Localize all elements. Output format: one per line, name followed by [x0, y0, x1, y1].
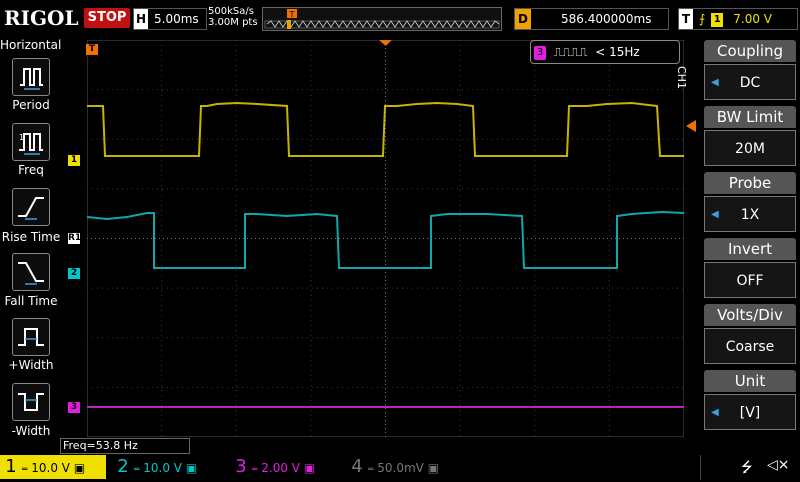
unit-button[interactable]: ◀ [V] [704, 394, 796, 430]
counter-channel: 3 [534, 45, 546, 60]
channel-4-status[interactable]: 4 ═ 50.0mV ▣ [346, 455, 456, 479]
memory-position-bar[interactable]: T [262, 7, 502, 31]
fall-time-label: Fall Time [4, 294, 58, 308]
negative-width-button[interactable] [12, 383, 50, 421]
freq-button[interactable]: 1 [12, 123, 50, 161]
invert-button[interactable]: OFF [704, 262, 796, 298]
freq-icon: 1 [19, 133, 43, 155]
rigol-logo: RIGOL [4, 6, 79, 30]
counter-value: < 15Hz [595, 45, 640, 59]
trigger-tag: T [679, 9, 693, 29]
channel-1-scale: 10.0 V [31, 461, 70, 475]
negative-width-label: -Width [11, 424, 51, 438]
svg-text:1: 1 [19, 133, 24, 142]
sample-rate: 500kSa/s [208, 6, 254, 17]
invert-title: Invert [704, 238, 796, 260]
status-icons: ⭍ ◁× [700, 455, 800, 480]
positive-width-label: +Width [8, 358, 54, 372]
coupling-button[interactable]: ◀ DC [704, 64, 796, 100]
rise-time-button[interactable] [12, 188, 50, 226]
freq-label: Freq [18, 163, 44, 177]
reference-marker[interactable]: R1 [68, 233, 81, 244]
channel-2-scale: 10.0 V [143, 461, 182, 475]
rising-edge-icon: ⨍ [699, 12, 706, 26]
channel-3-lock-icon: ▣ [303, 461, 316, 475]
channel-4-lock-icon: ▣ [427, 461, 440, 475]
channel-1-number: 1 [5, 456, 17, 477]
dc-coupling-icon: ═ [134, 465, 140, 475]
channel-4-scale: 50.0mV [377, 461, 424, 475]
unit-value: [V] [739, 405, 761, 421]
rise-time-label: Rise Time [1, 230, 61, 244]
trigger-marker-icon[interactable]: T [86, 44, 98, 55]
channel-3-marker[interactable]: 3 [68, 402, 80, 413]
delay-value: 586.400000ms [561, 12, 652, 26]
trigger-readout[interactable]: T ⨍ 1 7.00 V [678, 8, 798, 30]
period-button[interactable] [12, 58, 50, 96]
delay-readout[interactable]: D 586.400000ms [514, 8, 669, 30]
rise-time-icon [18, 197, 44, 220]
pulse-train-icon: ⎍⎍⎍⎍ [553, 45, 588, 59]
channel-1-status[interactable]: 1 ═ 10.0 V ▣ [0, 455, 106, 479]
svg-text:T: T [289, 10, 295, 19]
channel-4-number: 4 [351, 456, 363, 477]
positive-width-button[interactable] [12, 318, 50, 356]
coupling-value: DC [739, 75, 761, 91]
timebase-readout[interactable]: H 5.00ms [133, 8, 207, 30]
dc-coupling-icon: ═ [252, 465, 258, 475]
run-stop-indicator[interactable]: STOP [84, 8, 130, 28]
timebase-value: 5.00ms [154, 12, 199, 26]
coupling-title: Coupling [704, 40, 796, 62]
frequency-counter[interactable]: 3 ⎍⎍⎍⎍ < 15Hz [530, 40, 680, 64]
probe-button[interactable]: ◀ 1X [704, 196, 796, 232]
volts-div-button[interactable]: Coarse [704, 328, 796, 364]
channel-3-number: 3 [235, 456, 247, 477]
bw-limit-value: 20M [735, 141, 765, 157]
trigger-source: 1 [711, 12, 724, 27]
fall-time-button[interactable] [12, 253, 50, 291]
negative-width-icon [18, 393, 44, 411]
measure-menu-title: Horizontal [0, 38, 62, 52]
channel-2-lock-icon: ▣ [185, 461, 198, 475]
probe-title: Probe [704, 172, 796, 194]
channel-2-status[interactable]: 2 ═ 10.0 V ▣ [112, 455, 218, 479]
channel-2-number: 2 [117, 456, 129, 477]
positive-width-icon [18, 328, 44, 346]
invert-value: OFF [736, 273, 764, 289]
probe-value: 1X [740, 207, 760, 223]
volts-div-value: Coarse [725, 339, 775, 355]
fall-time-icon [18, 262, 44, 285]
channel-1-lock-icon: ▣ [73, 461, 86, 475]
volts-div-title: Volts/Div [704, 304, 796, 326]
period-label: Period [12, 98, 50, 112]
dc-coupling-icon: ═ [368, 465, 374, 475]
frequency-measurement: Freq=53.8 Hz [60, 438, 190, 454]
menu-channel-tag: CH1 [675, 66, 688, 89]
trigger-level: 7.00 V [733, 12, 773, 26]
waveform-grid[interactable] [87, 40, 684, 437]
unit-arrow-icon: ◀ [711, 407, 719, 418]
dc-coupling-icon: ═ [22, 465, 28, 475]
usb-icon: ⭍ [741, 460, 753, 476]
acquisition-info: 500kSa/s 3.00M pts [208, 6, 258, 28]
unit-title: Unit [704, 370, 796, 392]
channel-3-scale: 2.00 V [261, 461, 300, 475]
probe-arrow-icon: ◀ [711, 209, 719, 220]
channel-1-marker[interactable]: 1 [68, 155, 80, 166]
delay-tag: D [515, 9, 531, 29]
channel-2-marker[interactable]: 2 [68, 268, 80, 279]
speaker-muted-icon[interactable]: ◁× [767, 457, 790, 473]
timebase-tag: H [134, 9, 148, 29]
memory-overview-icon: T [264, 9, 500, 29]
period-icon [20, 68, 43, 90]
channel-3-status[interactable]: 3 ═ 2.00 V ▣ [230, 455, 336, 479]
bw-limit-button[interactable]: 20M [704, 130, 796, 166]
bw-limit-title: BW Limit [704, 106, 796, 128]
trigger-level-arrow-icon[interactable] [686, 120, 696, 132]
coupling-arrow-icon: ◀ [711, 77, 719, 88]
memory-depth: 3.00M pts [208, 17, 258, 28]
